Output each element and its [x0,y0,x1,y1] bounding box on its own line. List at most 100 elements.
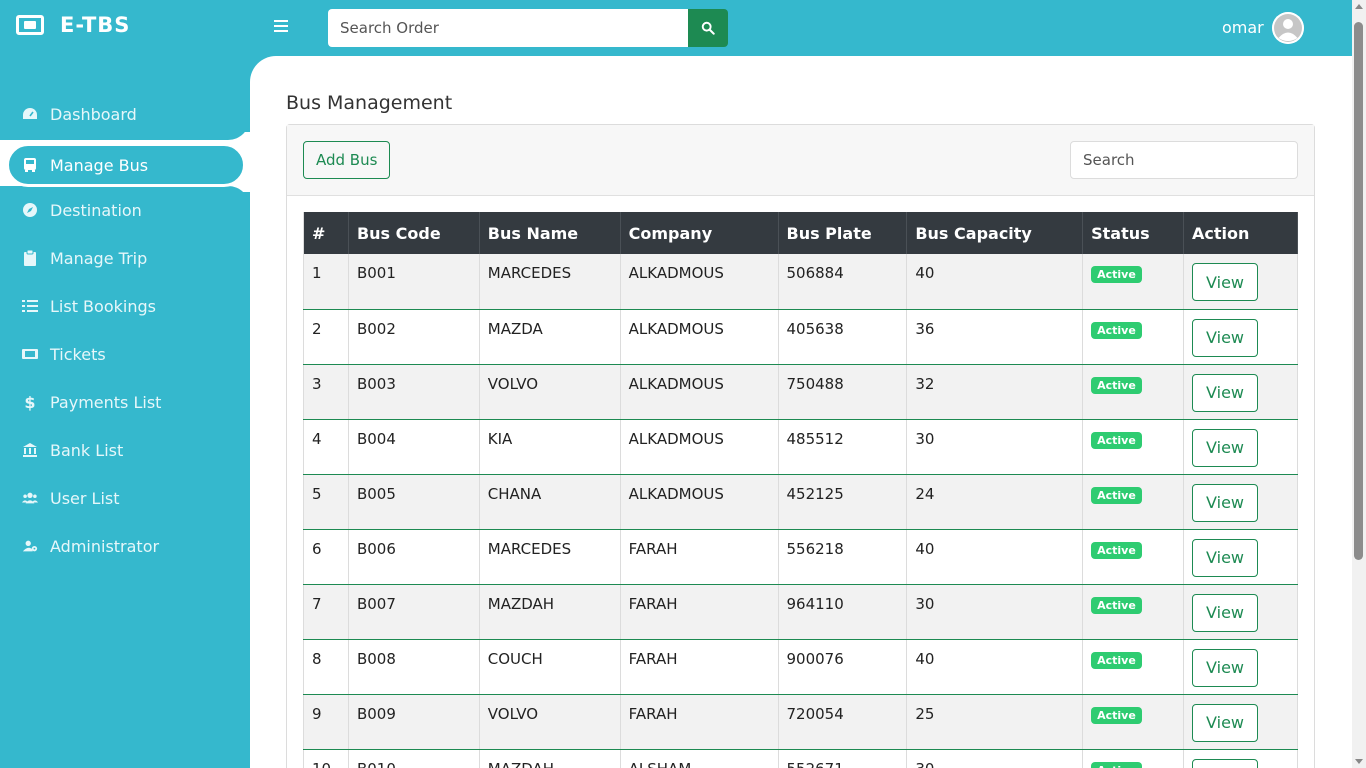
column-header[interactable]: Bus Code [348,212,480,254]
sidebar: Dashboard Manage Bus Destination Manage … [0,56,250,768]
row-number-cell: 9 [303,694,349,750]
ticket-icon [16,15,44,35]
scroll-down-arrow-icon[interactable] [1355,759,1363,764]
sidebar-item-label: Bank List [50,440,124,460]
action-cell: View [1183,364,1298,420]
bus-name-cell: VOLVO [479,694,621,750]
top-navbar: E-TBS omar [0,0,1352,56]
view-button[interactable]: View [1192,483,1258,522]
status-badge: Active [1091,486,1142,504]
page-title: Bus Management [286,92,453,114]
status-badge: Active [1091,761,1142,768]
search-button[interactable] [688,9,728,47]
sidebar-item-label: Tickets [50,344,106,364]
view-button[interactable]: View [1192,593,1258,632]
company-cell: ALKADMOUS [620,309,779,365]
column-header[interactable]: Bus Capacity [906,212,1084,254]
bus-capacity-cell: 32 [906,364,1084,420]
scroll-up-arrow-icon[interactable] [1355,4,1363,9]
bus-plate-cell: 452125 [778,474,908,530]
sidebar-item-payments-list[interactable]: $ Payments List [0,380,250,424]
bus-plate-cell: 750488 [778,364,908,420]
column-header[interactable]: Company [620,212,779,254]
bank-icon [22,442,38,458]
view-button[interactable]: View [1192,428,1258,467]
view-button[interactable]: View [1192,318,1258,357]
main-content: Bus Management Add Bus # Bus Code Bus Na… [250,56,1352,768]
status-badge: Active [1091,596,1142,614]
bus-code-cell: B006 [348,529,480,585]
status-badge: Active [1091,321,1142,339]
view-button[interactable]: View [1192,373,1258,412]
brand[interactable]: E-TBS [16,13,130,37]
sidebar-item-manage-bus[interactable]: Manage Bus [6,143,246,187]
table-body: 1 B001 MARCEDES ALKADMOUS 506884 40 Active View… [303,254,1298,768]
view-button[interactable]: View [1192,263,1258,301]
bus-plate-cell: 964110 [778,584,908,640]
view-button[interactable]: View [1192,648,1258,687]
column-header[interactable]: Action [1183,212,1298,254]
column-header[interactable]: Status [1082,212,1185,254]
row-number-cell: 6 [303,529,349,585]
company-cell: FARAH [620,529,779,585]
table-row: 5 B005 CHANA ALKADMOUS 452125 24 Active View [303,474,1298,530]
sidebar-item-list-bookings[interactable]: List Bookings [0,284,250,328]
user-name[interactable]: omar [1222,18,1264,37]
company-cell: ALKADMOUS [620,474,779,530]
sidebar-item-administrator[interactable]: Administrator [0,524,250,568]
status-badge: Active [1091,376,1142,394]
menu-toggle-icon[interactable] [274,20,288,34]
bus-name-cell: MAZDA [479,309,621,365]
company-cell: FARAH [620,694,779,750]
table-row: 4 B004 KIA ALKADMOUS 485512 30 Active View [303,419,1298,475]
sidebar-item-user-list[interactable]: User List [0,476,250,520]
view-button[interactable]: View [1192,538,1258,577]
clipboard-icon [22,250,38,266]
bus-name-cell: MARCEDES [479,529,621,585]
view-button[interactable]: View [1192,703,1258,742]
company-cell: FARAH [620,584,779,640]
sidebar-item-label: Manage Trip [50,248,148,268]
dollar-icon: $ [24,392,36,412]
bus-table: # Bus Code Bus Name Company Bus Plate Bu… [303,212,1298,768]
status-badge: Active [1091,706,1142,724]
bus-icon [22,157,38,173]
search-order-input[interactable] [328,9,688,47]
status-cell: Active [1082,364,1185,420]
scrollbar-thumb[interactable] [1354,22,1363,560]
sidebar-item-manage-trip[interactable]: Manage Trip [0,236,250,280]
company-cell: FARAH [620,639,779,695]
compass-icon [22,202,38,218]
bus-plate-cell: 720054 [778,694,908,750]
bus-code-cell: B008 [348,639,480,695]
brand-name: E-TBS [60,13,131,37]
sidebar-item-dashboard[interactable]: Dashboard [0,92,250,136]
row-number-cell: 2 [303,309,349,365]
table-search-input[interactable] [1070,141,1298,179]
row-number-cell: 8 [303,639,349,695]
sidebar-item-label: Destination [50,200,142,220]
sidebar-item-bank-list[interactable]: Bank List [0,428,250,472]
sidebar-item-label: User List [50,488,120,508]
table-row: 6 B006 MARCEDES FARAH 556218 40 Active View [303,529,1298,585]
bus-code-cell: B005 [348,474,480,530]
bus-name-cell: KIA [479,419,621,475]
column-header[interactable]: # [303,212,349,254]
bus-name-cell: CHANA [479,474,621,530]
page-scrollbar[interactable] [1352,0,1366,768]
action-cell: View [1183,254,1298,310]
bus-plate-cell: 552671 [778,749,908,768]
status-cell: Active [1082,529,1185,585]
sidebar-item-destination[interactable]: Destination [0,188,250,232]
add-bus-button[interactable]: Add Bus [303,141,391,179]
column-header[interactable]: Bus Name [479,212,621,254]
bus-capacity-cell: 30 [906,749,1084,768]
avatar[interactable] [1272,12,1304,44]
bus-name-cell: VOLVO [479,364,621,420]
view-button[interactable]: View [1192,758,1258,768]
bus-capacity-cell: 40 [906,529,1084,585]
column-header[interactable]: Bus Plate [778,212,908,254]
action-cell: View [1183,419,1298,475]
sidebar-item-tickets[interactable]: Tickets [0,332,250,376]
row-number-cell: 5 [303,474,349,530]
